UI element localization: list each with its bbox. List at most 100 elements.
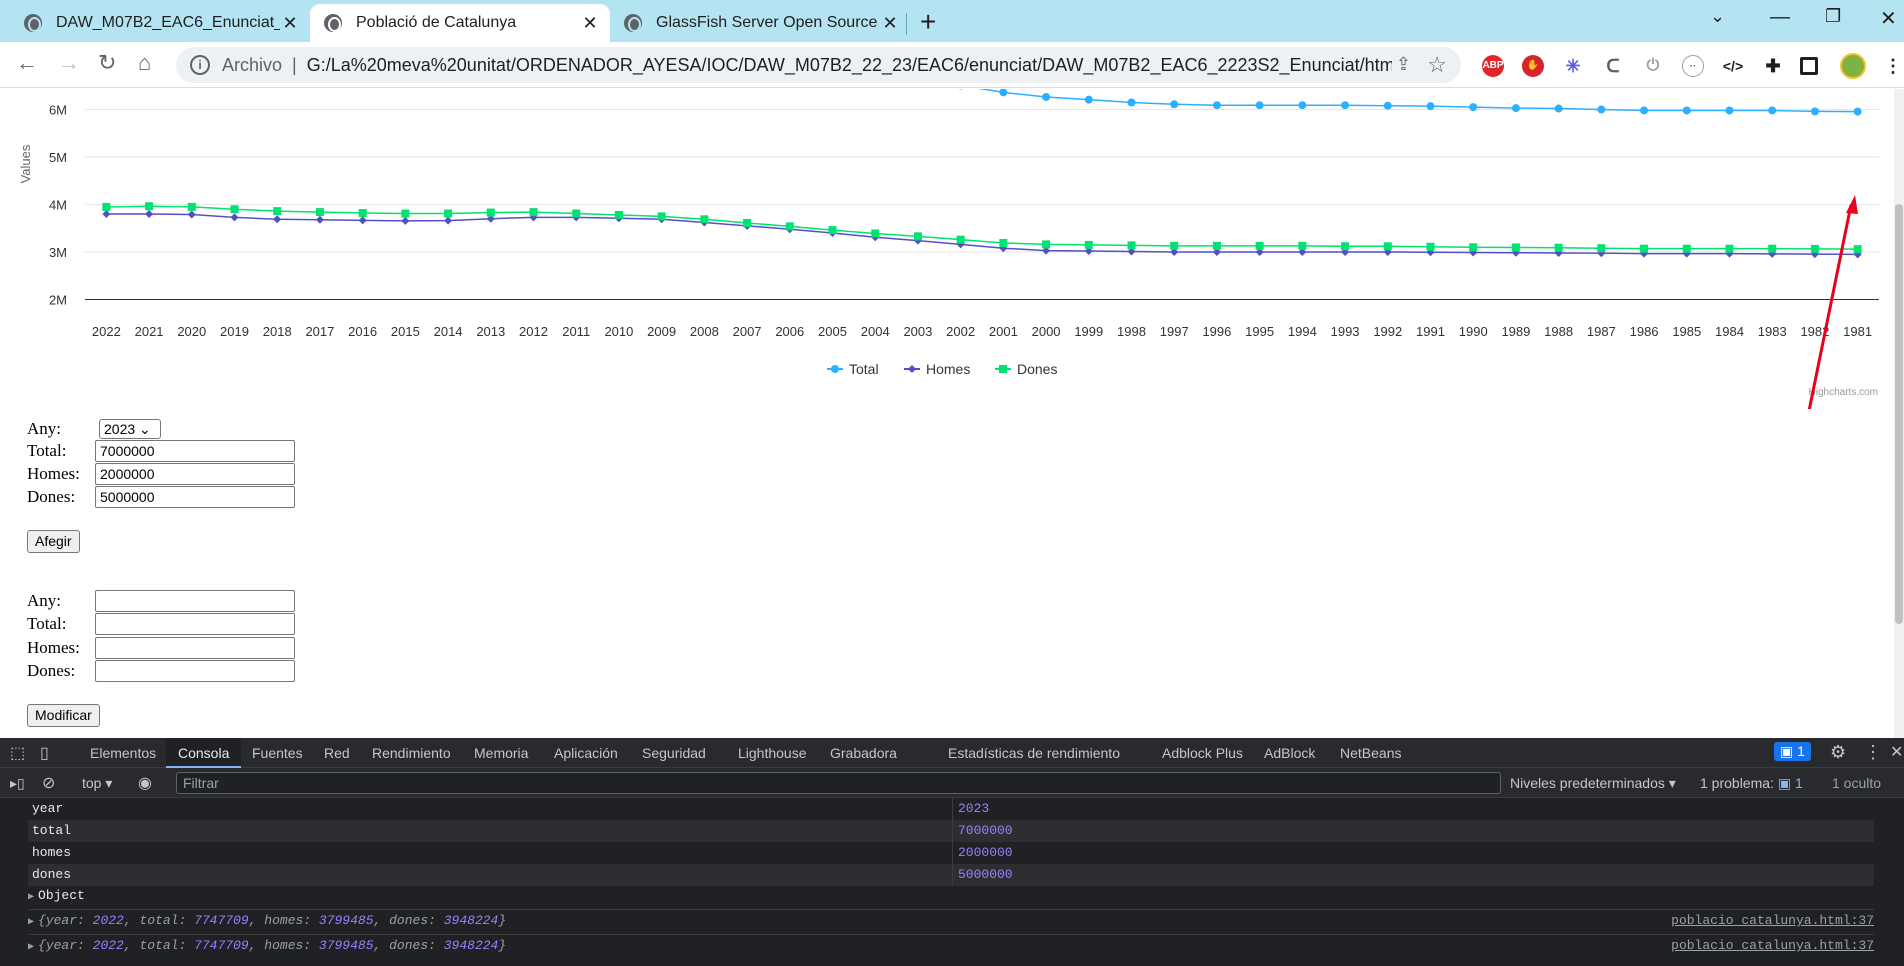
data-point-dones[interactable] — [1682, 244, 1691, 253]
log-source-link[interactable]: poblacio_catalunya.html:37 — [1671, 935, 1874, 957]
extension-spark-icon[interactable]: ✳ — [1562, 55, 1584, 77]
live-expression-eye-icon[interactable]: ◉ — [138, 773, 152, 793]
data-point-homes[interactable] — [145, 209, 154, 218]
menu-kebab-icon[interactable]: ⋮ — [1882, 55, 1904, 77]
sidebar-toggle-icon[interactable]: ▸▯ — [10, 775, 25, 792]
data-point-dones[interactable] — [1426, 242, 1435, 251]
tab-poblacio[interactable]: Població de Catalunya ✕ — [310, 4, 610, 42]
data-point-dones[interactable] — [315, 208, 324, 217]
devtools-menu-icon[interactable]: ⋮ — [1864, 742, 1882, 763]
tab-glassfish[interactable]: GlassFish Server Open Source Ed ✕ — [610, 4, 910, 42]
data-point-total[interactable] — [1640, 106, 1649, 115]
close-window-icon[interactable]: ✕ — [1880, 6, 1897, 31]
data-point-dones[interactable] — [1597, 244, 1606, 253]
devtools-tab-adblock[interactable]: AdBlock — [1264, 745, 1315, 761]
data-point-homes[interactable] — [273, 215, 282, 224]
back-icon[interactable]: ← — [16, 50, 38, 76]
home-icon[interactable]: ⌂ — [138, 50, 151, 76]
data-point-total[interactable] — [1084, 95, 1093, 104]
extension-c-icon[interactable]: ᑕ — [1602, 55, 1624, 77]
close-tab-icon[interactable]: ✕ — [880, 13, 900, 34]
data-point-dones[interactable] — [1127, 241, 1136, 250]
side-panel-icon[interactable] — [1800, 57, 1818, 75]
minimize-icon[interactable]: — — [1770, 6, 1790, 29]
close-tab-icon[interactable]: ✕ — [280, 13, 300, 34]
restore-icon[interactable]: ❐ — [1825, 6, 1841, 27]
data-point-total[interactable] — [1127, 98, 1136, 107]
data-point-dones[interactable] — [1469, 243, 1478, 252]
data-point-dones[interactable] — [999, 238, 1008, 247]
forward-icon[interactable]: → — [58, 50, 80, 76]
data-point-total[interactable] — [1212, 101, 1221, 110]
data-point-total[interactable] — [1682, 106, 1691, 115]
legend-item-dones[interactable]: Dones — [995, 361, 1057, 377]
data-point-total[interactable] — [1170, 100, 1179, 109]
data-point-dones[interactable] — [1212, 241, 1221, 250]
data-point-dones[interactable] — [486, 208, 495, 217]
devtools-tab-network[interactable]: Red — [324, 745, 350, 761]
adblock-icon[interactable]: ✋ — [1522, 55, 1544, 77]
edit-total-input[interactable] — [95, 613, 295, 635]
data-point-total[interactable] — [1853, 107, 1862, 116]
data-point-total[interactable] — [1768, 106, 1777, 115]
data-point-dones[interactable] — [187, 202, 196, 211]
data-point-total[interactable] — [1383, 101, 1392, 110]
data-point-dones[interactable] — [1768, 244, 1777, 253]
edit-homes-input[interactable] — [95, 637, 295, 659]
devtools-tab-lighthouse[interactable]: Lighthouse — [738, 745, 807, 761]
data-point-total[interactable] — [1725, 106, 1734, 115]
data-point-total[interactable] — [1426, 102, 1435, 111]
data-point-homes[interactable] — [315, 215, 324, 224]
data-point-dones[interactable] — [785, 222, 794, 231]
data-point-dones[interactable] — [1554, 243, 1563, 252]
console-object-entry[interactable]: ▶ Object — [28, 885, 1874, 909]
data-point-dones[interactable] — [273, 207, 282, 216]
context-select[interactable]: top ▾ — [82, 775, 112, 792]
add-button[interactable]: Afegir — [27, 530, 80, 553]
data-point-dones[interactable] — [1042, 240, 1051, 249]
data-point-dones[interactable] — [401, 209, 410, 218]
code-icon[interactable]: </> — [1722, 55, 1744, 77]
data-point-total[interactable] — [1298, 101, 1307, 110]
devtools-tab-security[interactable]: Seguridad — [642, 745, 706, 761]
data-point-dones[interactable] — [1084, 240, 1093, 249]
devtools-tab-memory[interactable]: Memoria — [474, 745, 528, 761]
info-icon[interactable]: i — [190, 55, 210, 75]
data-point-dones[interactable] — [358, 209, 367, 218]
total-input[interactable]: 7000000 — [95, 440, 295, 462]
data-point-dones[interactable] — [913, 232, 922, 241]
data-point-homes[interactable] — [444, 216, 453, 225]
devtools-tab-sources[interactable]: Fuentes — [252, 745, 303, 761]
data-point-dones[interactable] — [1255, 241, 1264, 250]
data-point-dones[interactable] — [1383, 242, 1392, 251]
data-point-dones[interactable] — [956, 235, 965, 244]
bookmark-star-icon[interactable]: ☆ — [1427, 52, 1447, 78]
data-point-dones[interactable] — [657, 212, 666, 221]
devtools-tab-application[interactable]: Aplicación — [554, 745, 618, 761]
data-point-homes[interactable] — [102, 210, 111, 219]
dones-input[interactable]: 5000000 — [95, 486, 295, 508]
log-levels-dropdown[interactable]: Niveles predeterminados ▾ — [1510, 775, 1676, 792]
power-icon[interactable]: ⏻ — [1642, 55, 1664, 77]
data-point-homes[interactable] — [358, 216, 367, 225]
data-point-dones[interactable] — [700, 215, 709, 224]
console-log-line[interactable]: ▶ {year: 2022, total: 7747709, homes: 379… — [28, 934, 1874, 959]
devtools-tab-console[interactable]: Consola — [166, 738, 242, 768]
data-point-total[interactable] — [1255, 101, 1264, 110]
edit-dones-input[interactable] — [95, 660, 295, 682]
homes-input[interactable]: 2000000 — [95, 463, 295, 485]
devtools-tab-perf-insights[interactable]: Estadísticas de rendimiento — [948, 745, 1120, 761]
chart-credits[interactable]: Highcharts.com — [1809, 387, 1878, 398]
devtools-tab-netbeans[interactable]: NetBeans — [1340, 745, 1401, 761]
data-point-dones[interactable] — [1170, 241, 1179, 250]
legend-item-total[interactable]: Total — [827, 361, 879, 377]
url-text[interactable]: G:/La%20meva%20unitat/ORDENADOR_AYESA/IO… — [307, 55, 1392, 76]
extensions-puzzle-icon[interactable]: ✚ — [1762, 55, 1784, 77]
data-point-dones[interactable] — [871, 229, 880, 238]
close-tab-icon[interactable]: ✕ — [580, 13, 600, 34]
extension-circle-icon[interactable]: ·· — [1682, 55, 1704, 77]
page-scrollbar[interactable] — [1894, 89, 1904, 738]
data-point-dones[interactable] — [102, 202, 111, 211]
modify-button[interactable]: Modificar — [27, 704, 100, 727]
data-point-dones[interactable] — [1853, 245, 1862, 254]
